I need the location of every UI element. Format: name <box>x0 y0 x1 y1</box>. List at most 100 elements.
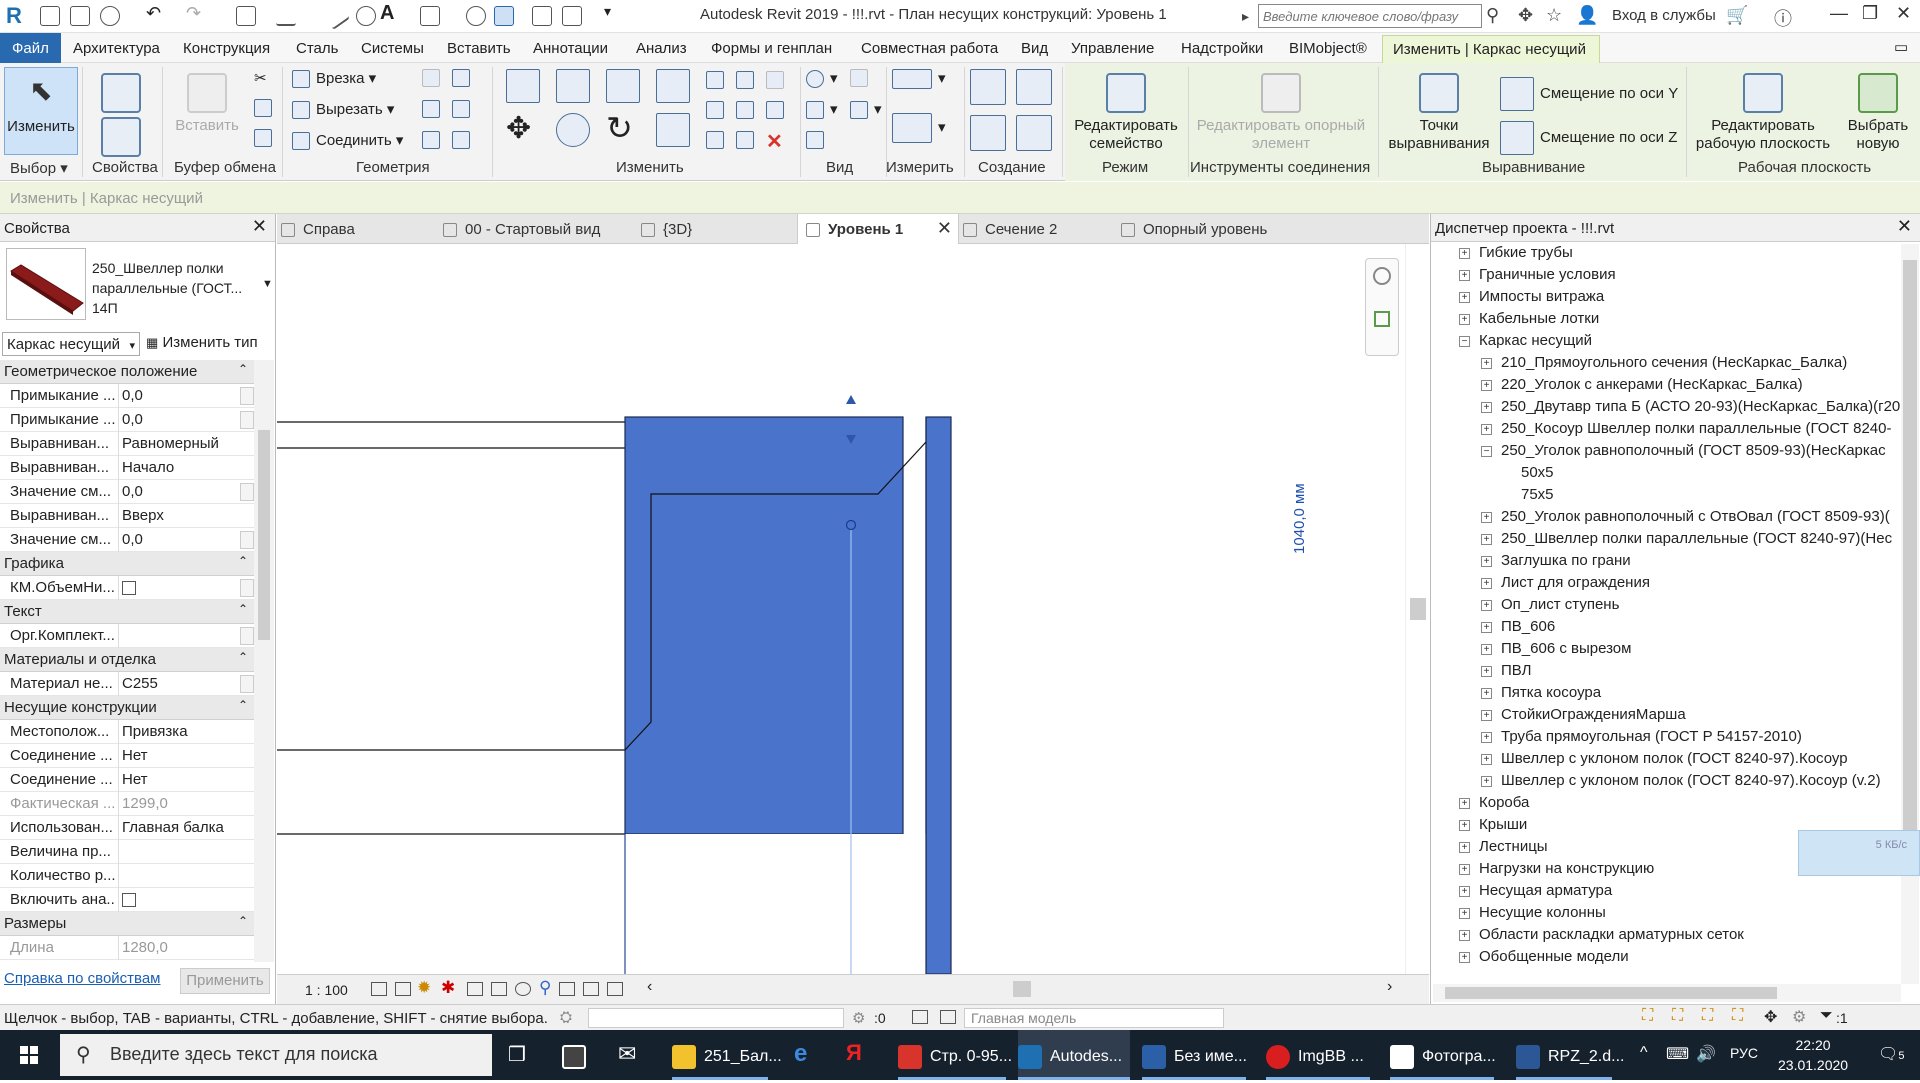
element-filter-select[interactable]: Каркас несущий ▾ <box>2 332 140 356</box>
prop-row[interactable]: Соединение ... Нет <box>0 744 254 768</box>
vertical-scrollbar[interactable] <box>1405 244 1429 974</box>
offset-y-button[interactable]: Смещение по оси Y <box>1500 77 1678 111</box>
tree-item[interactable]: + Оп_лист ступень <box>1481 596 1619 618</box>
taskbar-app-word[interactable]: RPZ_2.d... <box>1516 1030 1624 1080</box>
tree-item[interactable]: + Лист для ограждения <box>1481 574 1650 596</box>
tree-item[interactable]: +250_Двутавр типа Б (АСТО 20-93)(НесКарк… <box>1481 398 1900 420</box>
edit-reference-button[interactable]: Редактировать опорный элемент <box>1196 67 1366 155</box>
prop-row[interactable]: Величина пр... <box>0 840 254 864</box>
paint-icon[interactable] <box>452 100 476 119</box>
tag-icon[interactable] <box>356 6 376 26</box>
constraints-icon[interactable] <box>607 982 623 996</box>
pin-ghost-icon[interactable] <box>766 71 790 90</box>
unpin-icon[interactable] <box>706 131 730 150</box>
modify-button[interactable]: ⬉ Изменить <box>4 67 78 155</box>
prop-row[interactable]: Примыкание ... 0,0 <box>0 384 254 408</box>
tree-item[interactable]: 75x5 <box>1521 486 1554 508</box>
pin-icon[interactable] <box>766 101 790 120</box>
subscription-icon[interactable]: ✥ <box>1518 5 1533 26</box>
array-icon[interactable] <box>706 101 730 120</box>
revit-logo-icon[interactable]: R <box>6 3 22 29</box>
taskbar-app-browser[interactable]: ImgBB ... <box>1266 1030 1370 1080</box>
filter-icon[interactable]: ⏷ <box>1820 1007 1833 1025</box>
open-icon[interactable] <box>40 6 60 26</box>
prop-row[interactable]: Включить ана... <box>0 888 254 912</box>
tree-item[interactable]: + Заглушка по грани <box>1481 552 1631 574</box>
taskbar-app-explorer[interactable]: 251_Бал... <box>672 1030 782 1080</box>
align-points-button[interactable]: Точки выравнивания <box>1384 67 1494 155</box>
prop-row[interactable]: Соединение ... Нет <box>0 768 254 792</box>
plan-drawing[interactable]: 1040,0 мм <box>277 244 1403 974</box>
move-icon[interactable]: ✥ <box>506 111 531 146</box>
expand-icon[interactable]: + <box>1481 753 1492 765</box>
tab-view-start[interactable]: 00 - Стартовый вид <box>443 214 600 244</box>
undo-icon[interactable]: ↶ <box>146 3 166 23</box>
detail-level-icon[interactable] <box>371 982 387 996</box>
expand-icon[interactable]: + <box>1459 291 1470 303</box>
offset-small-icon[interactable] <box>736 131 760 150</box>
create-similar-icon[interactable] <box>1016 115 1058 151</box>
tree-item[interactable]: +220_Уголок с анкерами (НесКаркас_Балка) <box>1481 376 1803 398</box>
sign-in-link[interactable]: Вход в службы <box>1612 7 1716 24</box>
expand-icon[interactable]: + <box>1459 841 1470 853</box>
category-geometry[interactable]: Геометрическое положение ⌃ <box>0 360 254 384</box>
tree-item[interactable]: + Труба прямоугольная (ГОСТ Р 54157-2010) <box>1481 728 1802 750</box>
browser-horizontal-scrollbar[interactable] <box>1433 984 1901 1002</box>
tab-massing[interactable]: Формы и генплан <box>711 40 832 57</box>
category-materials[interactable]: Материалы и отделка ⌃ <box>0 648 254 672</box>
collapse-icon[interactable]: − <box>1481 445 1492 457</box>
chevron-down-icon[interactable]: ▼ <box>262 278 273 290</box>
match-properties-icon[interactable] <box>254 129 278 148</box>
expand-icon[interactable]: + <box>1459 269 1470 281</box>
tab-analyze[interactable]: Анализ <box>636 40 687 57</box>
store-icon[interactable] <box>562 1030 594 1080</box>
tab-steel[interactable]: Сталь <box>296 40 338 57</box>
join-geometry-button[interactable]: Соединить ▾ <box>292 131 403 151</box>
edit-workplane-button[interactable]: Редактировать рабочую плоскость <box>1690 67 1836 155</box>
expand-icon[interactable]: + <box>1481 709 1492 721</box>
override-ghost-icon[interactable] <box>850 69 874 88</box>
taskbar-search-input[interactable]: ⚲ Введите здесь текст для поиска <box>60 1034 492 1076</box>
tree-item[interactable]: − Каркас несущий <box>1459 332 1592 354</box>
sun-path-icon[interactable]: ✹ <box>417 978 431 998</box>
offset-icon[interactable] <box>556 69 596 103</box>
taskbar-app-pdf[interactable]: Стр. 0-95... <box>898 1030 1012 1080</box>
checkbox[interactable] <box>122 893 136 908</box>
expand-icon[interactable]: + <box>1481 401 1492 413</box>
prop-row[interactable]: Количество р... <box>0 864 254 888</box>
close-icon[interactable]: ✕ <box>1896 3 1911 24</box>
paste-button[interactable]: Вставить <box>172 67 242 155</box>
horizontal-scroll-thumb[interactable] <box>1013 981 1031 997</box>
switch-windows-icon[interactable] <box>562 6 582 26</box>
tab-view[interactable]: Вид <box>1021 40 1048 57</box>
tab-view-section2[interactable]: Сечение 2 <box>963 214 1057 244</box>
favorites-star-icon[interactable]: ☆ <box>1546 5 1562 26</box>
edit-family-button[interactable]: Редактировать семейство <box>1068 67 1184 155</box>
sync-icon[interactable] <box>100 6 120 26</box>
select-pinned-icon[interactable]: ⛶ <box>1702 1007 1713 1025</box>
prop-row[interactable]: Местополож... Привязка <box>0 720 254 744</box>
tab-bimobject[interactable]: BIMobject® <box>1289 40 1367 57</box>
prop-row[interactable]: КМ.ОбъемНи... <box>0 576 254 600</box>
close-icon[interactable]: ✕ <box>1897 216 1912 237</box>
ribbon-toggle-icon[interactable]: ▭ <box>1894 38 1908 56</box>
override-graphics-icon[interactable]: ▾ <box>850 100 882 120</box>
expand-icon[interactable]: + <box>1459 863 1470 875</box>
scroll-thumb[interactable] <box>1903 260 1917 830</box>
tree-item[interactable]: +210_Прямоугольного сечения (НесКаркас_Б… <box>1481 354 1847 376</box>
expand-icon[interactable]: + <box>1459 313 1470 325</box>
prop-row[interactable]: Примыкание ... 0,0 <box>0 408 254 432</box>
select-underlay-icon[interactable]: ⛶ <box>1672 1007 1683 1025</box>
select-links-icon[interactable]: ⛶ <box>1642 1007 1653 1025</box>
expand-icon[interactable]: + <box>1481 577 1492 589</box>
save-icon[interactable] <box>70 6 90 26</box>
binoculars-icon[interactable]: ⚲ <box>1486 5 1499 26</box>
workset-select[interactable] <box>588 1008 844 1028</box>
tree-item[interactable]: +250_Швеллер полки параллельные (ГОСТ 82… <box>1481 530 1892 552</box>
scroll-left-icon[interactable]: ‹ <box>647 978 652 996</box>
split-icon[interactable] <box>706 71 730 90</box>
chevron-right-icon[interactable]: ▸ <box>1242 8 1249 25</box>
tree-item[interactable]: + Несущие колонны <box>1459 904 1606 926</box>
tab-view-level1[interactable]: Уровень 1 ✕ <box>797 214 959 244</box>
tree-item[interactable]: + Нагрузки на конструкцию <box>1459 860 1654 882</box>
